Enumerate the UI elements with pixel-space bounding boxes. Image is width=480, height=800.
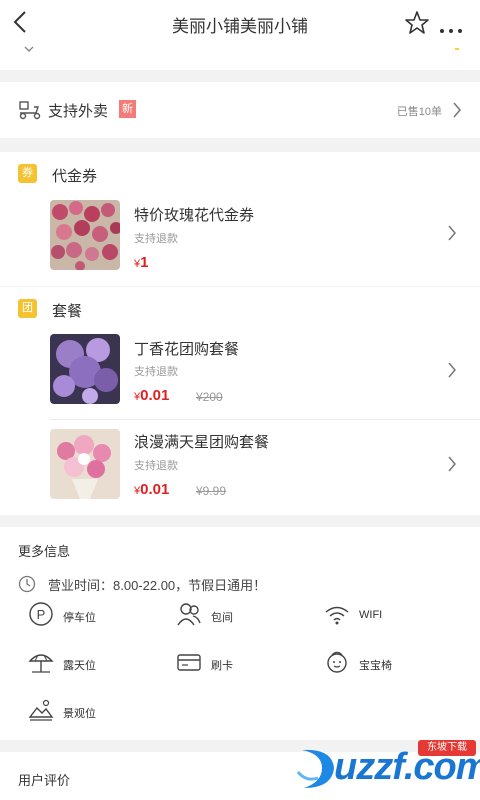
svg-text:P: P (37, 607, 46, 622)
facility-private-room: 包间 (176, 601, 326, 631)
new-badge: 新 (119, 100, 136, 118)
lilac-image (50, 334, 120, 404)
voucher-header: 券 代金券 (0, 154, 480, 194)
section-title: 套餐 (52, 303, 83, 320)
babys-breath-image (50, 429, 120, 499)
watermark-tag: 东坡下载 (418, 740, 476, 756)
original-price: ¥200 (196, 390, 223, 404)
rose-image (50, 200, 120, 270)
delivery-label: 支持外卖 (48, 103, 109, 120)
chevron-right-icon (448, 225, 456, 241)
favorite-star-icon[interactable] (404, 10, 430, 36)
facility-outdoor: 露天位 (28, 649, 178, 679)
package-item-lilac[interactable]: 丁香花团购套餐 支持退款 ¥0.01 ¥200 (0, 329, 480, 419)
facility-label: WIFI (359, 609, 383, 621)
header-expand-row (0, 44, 480, 70)
section-title: 代金券 (52, 168, 98, 185)
item-name: 丁香花团购套餐 (134, 341, 240, 358)
voucher-item[interactable]: 特价玫瑰花代金券 支持退款 ¥1 (0, 194, 480, 284)
item-price: ¥0.01 (134, 387, 169, 404)
section-title: 用户评价 (18, 773, 71, 788)
more-info-section: 更多信息 营业时间：8.00-22.00，节假日通用！ P 停车位 包间 WIF… (0, 527, 480, 740)
facility-landscape: 景观位 (28, 697, 178, 727)
item-refund: 支持退款 (134, 460, 178, 472)
umbrella-icon (28, 654, 54, 673)
facility-label: 包间 (211, 612, 233, 624)
item-name: 特价玫瑰花代金券 (134, 207, 255, 224)
original-price: ¥9.99 (196, 484, 227, 498)
item-price: ¥0.01 (134, 481, 169, 498)
voucher-icon: 券 (18, 164, 37, 183)
facility-label: 宝宝椅 (359, 660, 392, 672)
facility-parking: P 停车位 (28, 601, 178, 631)
card-icon (177, 654, 201, 671)
chevron-right-icon (448, 456, 456, 472)
scooter-icon (19, 101, 41, 120)
watermark-logo: uzzf.com 东坡下载 (290, 738, 480, 798)
item-price: ¥1 (134, 254, 148, 271)
facility-label: 刷卡 (211, 660, 233, 672)
private-room-icon (177, 603, 201, 626)
facility-wifi: WIFI (324, 601, 474, 631)
price-value: 0.01 (140, 481, 170, 498)
facility-label: 景观位 (63, 708, 96, 720)
clock-icon (18, 575, 36, 593)
delivery-row[interactable]: 支持外卖 新 已售10单 (0, 82, 480, 138)
item-name: 浪漫满天星团购套餐 (134, 434, 270, 451)
chevron-right-icon (448, 362, 456, 378)
voucher-section: 券 代金券 特价玫瑰花代金券 支持退款 ¥1 (0, 152, 480, 286)
top-bar: 美丽小铺美丽小铺 (0, 0, 480, 44)
baby-icon (327, 651, 347, 673)
facility-card: 刷卡 (176, 649, 326, 679)
package-header: 团 套餐 (0, 289, 480, 329)
facility-label: 露天位 (63, 660, 96, 672)
price-value: 0.01 (140, 387, 170, 404)
facility-baby-chair: 宝宝椅 (324, 649, 474, 679)
more-menu-icon[interactable] (440, 20, 470, 33)
item-refund: 支持退款 (134, 233, 178, 245)
wifi-icon (325, 606, 349, 625)
sold-count: 已售10单 (396, 106, 442, 118)
item-refund: 支持退款 (134, 366, 178, 378)
chevron-right-icon (453, 102, 461, 118)
section-title: 更多信息 (18, 544, 71, 559)
package-icon: 团 (18, 299, 37, 318)
facility-label: 停车位 (63, 612, 96, 624)
chevron-down-icon[interactable] (22, 44, 36, 56)
parking-icon: P (29, 602, 53, 626)
package-item-babysbreath[interactable]: 浪漫满天星团购套餐 支持退款 ¥0.01 ¥9.99 (0, 421, 480, 513)
business-hours: 营业时间：8.00-22.00，节假日通用！ (48, 578, 267, 593)
package-section: 团 套餐 丁香花团购套餐 支持退款 ¥0.01 ¥200 浪漫满天星团购套餐 支… (0, 287, 480, 515)
price-value: 1 (140, 254, 149, 271)
landscape-icon (28, 699, 54, 721)
divider (50, 419, 480, 420)
decorative-mark (455, 48, 459, 50)
